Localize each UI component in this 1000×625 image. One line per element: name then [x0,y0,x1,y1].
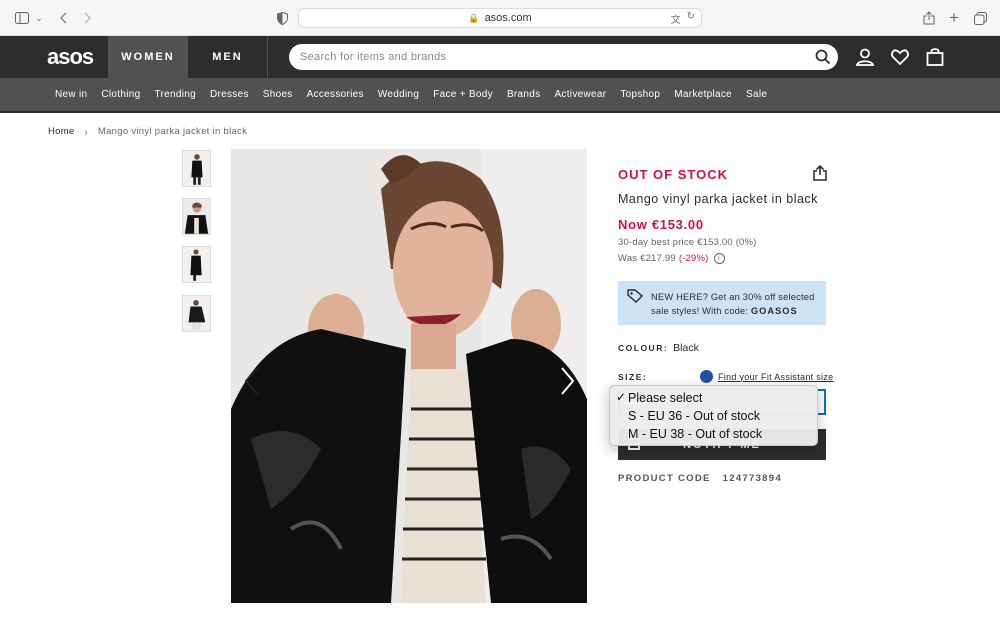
tab-women[interactable]: WOMEN [108,36,188,78]
nav-item-trending[interactable]: Trending [147,89,203,100]
fit-assistant-link[interactable]: Find your Fit Assistant size [700,370,833,383]
nav-item-wedding[interactable]: Wedding [371,89,426,100]
size-option-label: M - EU 38 - Out of stock [628,427,763,441]
new-tab-icon[interactable]: + [946,0,962,36]
sidebar-toggle-icon[interactable] [12,0,32,36]
share-icon[interactable] [811,164,829,182]
search-bar [289,44,838,70]
size-label: SIZE: [618,372,648,382]
forward-arrow-icon[interactable] [81,0,95,36]
size-option[interactable]: S - EU 36 - Out of stock [610,407,817,425]
was-price-row: Was €217.99 (-29%) i [618,253,725,264]
nav-item-accessories[interactable]: Accessories [300,89,371,100]
search-input[interactable] [289,44,789,70]
tab-men[interactable]: MEN [188,36,268,78]
size-option-label: Please select [628,391,703,405]
promo-banner[interactable]: NEW HERE? Get an 30% off selected sale s… [618,281,826,325]
image-prev-arrow-icon[interactable] [242,366,262,396]
colour-value: Black [673,342,699,354]
discount-badge: (-29%) [678,253,709,264]
reload-icon[interactable]: ↻ [687,11,695,26]
image-next-arrow-icon[interactable] [557,366,577,396]
info-icon[interactable]: i [713,253,725,264]
nav-item-clothing[interactable]: Clothing [94,89,147,100]
lock-icon: 🔒 [468,12,480,23]
thumbnail-3[interactable] [182,246,211,283]
breadcrumb: Home › Mango vinyl parka jacket in black [48,126,247,137]
nav-item-dresses[interactable]: Dresses [203,89,256,100]
shield-icon[interactable] [275,0,289,36]
size-dropdown-menu: ✓ Please select S - EU 36 - Out of stock… [609,385,818,446]
nav-item-marketplace[interactable]: Marketplace [667,89,739,100]
fit-assistant-icon [700,370,713,383]
size-option[interactable]: ✓ Please select [610,389,817,407]
colour-row: COLOUR: Black [618,342,699,354]
search-icon[interactable] [815,49,831,65]
tag-icon [627,289,643,303]
best-price-note: 30-day best price €153.00 (0%) [618,237,757,248]
asos-logo[interactable]: asos [47,44,94,70]
colour-label: COLOUR: [618,343,669,353]
checkmark-icon: ✓ [616,390,627,404]
browser-toolbar: ⌄ 🔒 asos.com 文 ↻ + [0,0,1000,36]
tabs-overview-icon[interactable] [972,0,988,36]
thumbnail-4[interactable] [182,295,211,332]
nav-item-shoes[interactable]: Shoes [256,89,300,100]
share-browser-icon[interactable] [921,0,937,36]
chevron-down-icon[interactable]: ⌄ [33,0,45,36]
size-option[interactable]: M - EU 38 - Out of stock [610,425,817,443]
thumbnail-2[interactable] [182,198,211,235]
translate-icon[interactable]: 文 [671,11,681,26]
account-icon[interactable] [855,47,875,67]
bag-icon[interactable] [925,47,945,67]
product-code-row: PRODUCT CODE 124773894 [618,473,782,484]
promo-code: GOASOS [750,306,798,316]
nav-item-sale[interactable]: Sale [739,89,774,100]
address-url: asos.com [484,12,532,24]
thumbnail-1[interactable] [182,150,211,187]
category-nav: New in Clothing Trending Dresses Shoes Access… [0,78,1000,113]
fit-assistant-text: Find your Fit Assistant size [718,371,834,382]
nav-item-brands[interactable]: Brands [500,89,548,100]
nav-item-face-body[interactable]: Face + Body [426,89,500,100]
back-arrow-icon[interactable] [56,0,70,36]
nav-item-new-in[interactable]: New in [48,89,94,100]
product-code-value: 124773894 [722,473,782,484]
chevron-right-icon: › [84,126,88,137]
saved-items-icon[interactable] [890,47,910,67]
was-price: Was €217.99 [618,253,676,264]
product-title: Mango vinyl parka jacket in black [618,192,818,206]
size-option-label: S - EU 36 - Out of stock [628,409,760,423]
stock-status: OUT OF STOCK [618,167,728,182]
address-bar[interactable]: 🔒 asos.com 文 ↻ [298,8,702,28]
site-header: asos WOMEN MEN [0,36,1000,78]
nav-item-topshop[interactable]: Topshop [613,89,667,100]
current-price: Now €153.00 [618,217,704,232]
nav-item-activewear[interactable]: Activewear [547,89,613,100]
product-code-label: PRODUCT CODE [618,473,711,484]
promo-text: NEW HERE? Get an 30% off selected sale s… [651,290,821,318]
product-image [231,149,587,603]
breadcrumb-home[interactable]: Home [48,126,75,137]
breadcrumb-current: Mango vinyl parka jacket in black [97,126,248,137]
